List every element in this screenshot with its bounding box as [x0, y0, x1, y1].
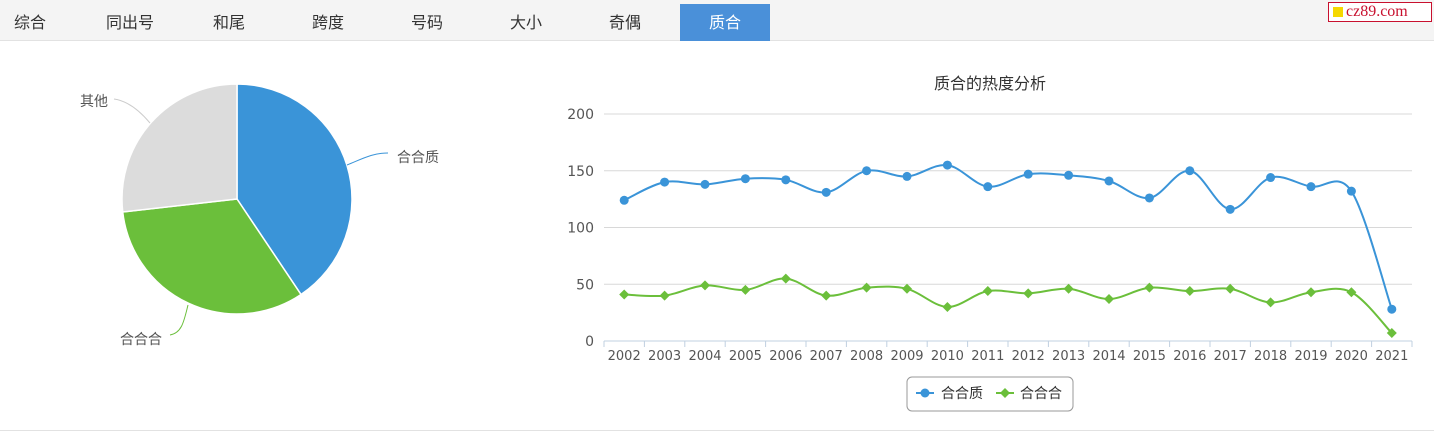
x-tick-label: 2015 — [1133, 349, 1166, 364]
pie-label: 合合质 — [397, 150, 439, 166]
pie-label: 合合合 — [120, 332, 162, 348]
brand-square-icon — [1333, 7, 1343, 17]
brand-text: cz89.com — [1346, 3, 1408, 20]
data-point-heheshi[interactable] — [660, 177, 670, 187]
legend-label[interactable]: 合合质 — [941, 386, 983, 402]
x-tick-label: 2011 — [971, 349, 1004, 364]
data-point-heheshi[interactable] — [1346, 186, 1356, 196]
data-point-hehehe[interactable] — [1225, 283, 1236, 294]
x-tick-label: 2019 — [1294, 349, 1327, 364]
x-tick-label: 2014 — [1092, 349, 1125, 364]
data-point-heheshi[interactable] — [942, 160, 952, 170]
data-point-hehehe[interactable] — [982, 286, 993, 297]
data-point-hehehe[interactable] — [821, 290, 832, 301]
data-point-hehehe[interactable] — [1346, 287, 1357, 298]
x-tick-label: 2021 — [1375, 349, 1408, 364]
data-point-heheshi[interactable] — [700, 179, 710, 189]
y-tick-label: 200 — [567, 107, 594, 123]
data-point-heheshi[interactable] — [821, 187, 831, 197]
x-tick-label: 2004 — [688, 349, 721, 364]
data-point-hehehe[interactable] — [780, 273, 791, 284]
pie-connector — [346, 152, 389, 166]
page: 综合 同出号 和尾 跨度 号码 大小 奇偶 质合 cz89.com 合合质 合合合… — [0, 0, 1434, 433]
tab-zonghe[interactable]: 综合 — [0, 4, 75, 41]
line-chart: 质合的热度分析 0 50 100 150 200 2002 2003 2004 2005 2006 2… — [567, 74, 1413, 412]
data-point-hehehe[interactable] — [1063, 283, 1074, 294]
tab-hewei[interactable]: 和尾 — [184, 4, 274, 41]
data-point-heheshi[interactable] — [619, 195, 629, 205]
x-tick-label: 2018 — [1254, 349, 1287, 364]
x-tick-label: 2009 — [890, 349, 923, 364]
x-tick-label: 2013 — [1052, 349, 1085, 364]
tab-daxiao[interactable]: 大小 — [481, 4, 571, 41]
data-point-hehehe[interactable] — [619, 289, 630, 300]
data-point-hehehe[interactable] — [1184, 286, 1195, 297]
legend-label[interactable]: 合合合 — [1020, 386, 1062, 402]
data-point-heheshi[interactable] — [1144, 193, 1154, 203]
x-tick-label: 2006 — [769, 349, 802, 364]
data-point-heheshi[interactable] — [902, 171, 912, 181]
data-point-heheshi[interactable] — [1306, 182, 1316, 192]
tab-kuadu[interactable]: 跨度 — [283, 4, 373, 41]
data-point-heheshi[interactable] — [1104, 176, 1114, 186]
x-tick-label: 2012 — [1012, 349, 1045, 364]
chart-title: 质合的热度分析 — [934, 74, 1046, 93]
data-point-heheshi[interactable] — [1023, 169, 1033, 179]
y-tick-label: 150 — [567, 164, 594, 180]
data-point-hehehe[interactable] — [1265, 297, 1276, 308]
x-tick-label: 2016 — [1173, 349, 1206, 364]
tab-jiou[interactable]: 奇偶 — [580, 4, 670, 41]
x-tick-label: 2003 — [648, 349, 681, 364]
pie-label: 其他 — [80, 94, 108, 110]
tab-tongchuhao[interactable]: 同出号 — [85, 4, 175, 41]
tab-bar: 综合 同出号 和尾 跨度 号码 大小 奇偶 质合 cz89.com — [0, 0, 1434, 41]
y-tick-label: 50 — [576, 277, 594, 293]
tab-zhihe[interactable]: 质合 — [680, 4, 770, 41]
data-point-heheshi[interactable] — [1387, 304, 1397, 314]
pie-slice[interactable] — [121, 83, 238, 213]
data-point-heheshi[interactable] — [1064, 170, 1074, 180]
legend: 合合质 合合合 — [906, 376, 1074, 412]
legend-marker[interactable] — [920, 388, 930, 398]
pie-chart: 合合质合合合 其他 — [80, 83, 439, 348]
brand-logo[interactable]: cz89.com — [1328, 2, 1432, 22]
tab-haoma[interactable]: 号码 — [382, 4, 472, 41]
x-tick-label: 2008 — [850, 349, 883, 364]
data-point-heheshi[interactable] — [781, 175, 791, 185]
data-point-heheshi[interactable] — [1225, 204, 1235, 214]
bottom-divider — [0, 430, 1434, 431]
x-tick-label: 2005 — [729, 349, 762, 364]
data-point-heheshi[interactable] — [862, 166, 872, 176]
data-point-heheshi[interactable] — [1266, 173, 1276, 183]
y-tick-label: 0 — [585, 334, 594, 350]
data-point-hehehe[interactable] — [942, 301, 953, 312]
x-tick-label: 2002 — [608, 349, 641, 364]
data-point-hehehe[interactable] — [1023, 288, 1034, 299]
x-tick-label: 2017 — [1214, 349, 1247, 364]
series-line — [623, 164, 1393, 310]
data-point-heheshi[interactable] — [1185, 166, 1195, 176]
pie-connector — [169, 304, 189, 336]
data-point-hehehe[interactable] — [902, 283, 912, 294]
data-point-hehehe[interactable] — [659, 290, 670, 301]
x-tick-label: 2007 — [810, 349, 843, 364]
data-point-hehehe[interactable] — [740, 284, 751, 295]
x-tick-label: 2010 — [931, 349, 964, 364]
data-point-heheshi[interactable] — [740, 174, 750, 184]
pie-connector — [113, 98, 151, 124]
data-point-hehehe[interactable] — [1104, 294, 1114, 305]
data-point-hehehe[interactable] — [700, 280, 710, 291]
series-line — [624, 277, 1393, 334]
data-point-hehehe[interactable] — [1306, 287, 1316, 298]
data-point-heheshi[interactable] — [983, 182, 993, 192]
y-tick-label: 100 — [567, 221, 594, 237]
x-tick-label: 2020 — [1335, 349, 1368, 364]
